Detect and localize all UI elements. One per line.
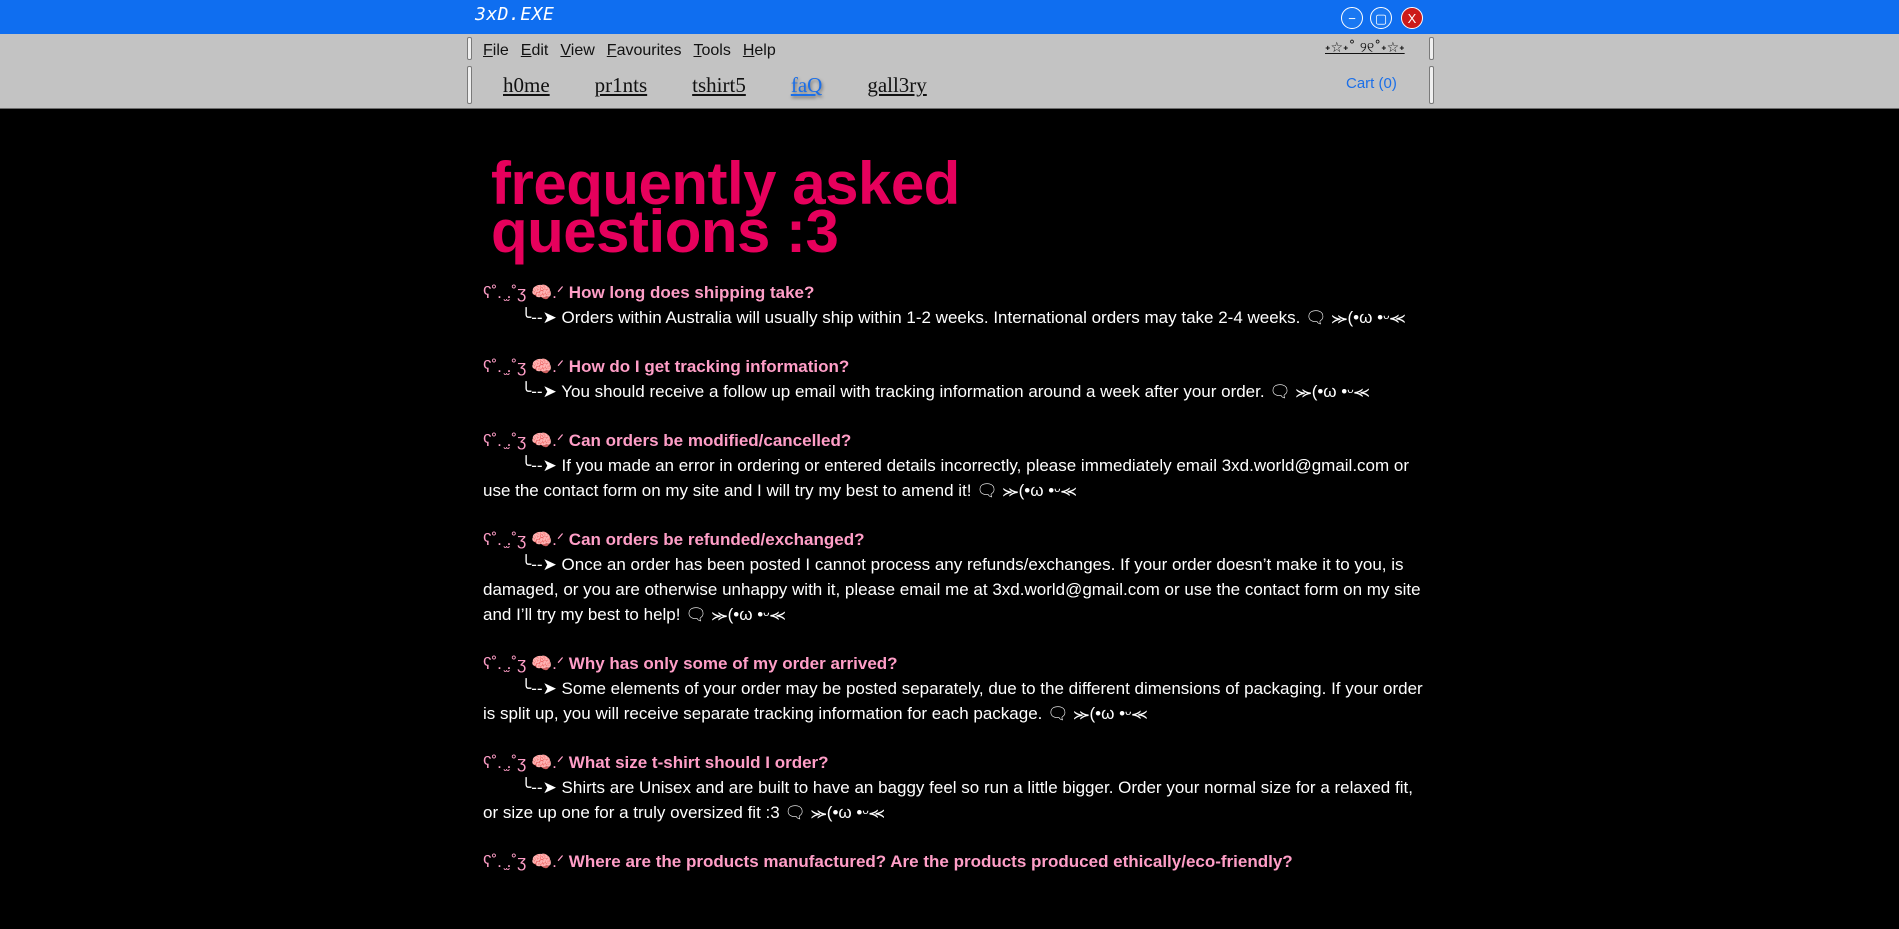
faq-item: ʕ˚. ̫.˚ʒ 🧠.ᐟ Can orders be modified/canc… bbox=[483, 428, 1433, 503]
faq-item: ʕ˚. ̫.˚ʒ 🧠.ᐟ What size t-shirt should I … bbox=[483, 750, 1433, 825]
menu-bar: File Edit View Favourites Tools Help ˖☆˖… bbox=[0, 34, 1899, 64]
nav-link-tshirts[interactable]: tshirt5 bbox=[692, 73, 746, 98]
maximize-icon: ▢ bbox=[1374, 10, 1388, 26]
faq-item: ʕ˚. ̫.˚ʒ 🧠.ᐟ How long does shipping take… bbox=[483, 280, 1433, 330]
nav-bar: h0me pr1nts tshirt5 faQ gall3ry Cart (0) bbox=[0, 63, 1899, 109]
menu-edit[interactable]: Edit bbox=[521, 42, 549, 60]
answer-arrow: ╰--➤ bbox=[521, 555, 562, 574]
answer-arrow: ╰--➤ bbox=[521, 679, 562, 698]
menu-favourites[interactable]: Favourites bbox=[607, 42, 682, 60]
faq-answer: ╰--➤ You should receive a follow up emai… bbox=[483, 379, 1423, 404]
menu-view[interactable]: View bbox=[560, 42, 594, 60]
answer-arrow: ╰--➤ bbox=[521, 308, 562, 327]
question-prefix: ʕ˚. ̫.˚ʒ 🧠.ᐟ bbox=[483, 852, 569, 871]
faq-item: ʕ˚. ̫.˚ʒ 🧠.ᐟ Why has only some of my ord… bbox=[483, 651, 1433, 726]
answer-arrow: ╰--➤ bbox=[521, 778, 562, 797]
main-content: frequently asked questions :3 ʕ˚. ̫.˚ʒ 🧠… bbox=[483, 108, 1433, 898]
close-icon: X bbox=[1407, 10, 1417, 26]
menu-tools[interactable]: Tools bbox=[693, 42, 730, 60]
question-prefix: ʕ˚. ̫.˚ʒ 🧠.ᐟ bbox=[483, 283, 569, 302]
nav-links: h0me pr1nts tshirt5 faQ gall3ry bbox=[503, 73, 972, 98]
faq-answer: ╰--➤ Orders within Australia will usuall… bbox=[483, 305, 1423, 330]
menu-items: File Edit View Favourites Tools Help bbox=[483, 42, 788, 60]
maximize-button[interactable]: ▢ bbox=[1370, 7, 1392, 29]
question-prefix: ʕ˚. ̫.˚ʒ 🧠.ᐟ bbox=[483, 654, 569, 673]
cart-link[interactable]: Cart (0) bbox=[1346, 75, 1397, 92]
faq-item: ʕ˚. ̫.˚ʒ 🧠.ᐟ How do I get tracking infor… bbox=[483, 354, 1433, 404]
nav-link-home[interactable]: h0me bbox=[503, 73, 550, 98]
title-bar: 3xD.EXE − ▢ X bbox=[0, 0, 1899, 35]
faq-question: ʕ˚. ̫.˚ʒ 🧠.ᐟ Can orders be modified/canc… bbox=[483, 431, 852, 450]
question-prefix: ʕ˚. ̫.˚ʒ 🧠.ᐟ bbox=[483, 530, 569, 549]
question-prefix: ʕ˚. ̫.˚ʒ 🧠.ᐟ bbox=[483, 357, 569, 376]
menu-bar-handle-right bbox=[1429, 37, 1434, 60]
menu-decoration: ˖☆˖˚ ୨୧˚˖☆˖ bbox=[1325, 40, 1405, 56]
menu-help[interactable]: Help bbox=[743, 42, 776, 60]
faq-answer: ╰--➤ Once an order has been posted I can… bbox=[483, 555, 1421, 624]
question-prefix: ʕ˚. ̫.˚ʒ 🧠.ᐟ bbox=[483, 753, 569, 772]
faq-item: ʕ˚. ̫.˚ʒ 🧠.ᐟ Where are the products manu… bbox=[483, 849, 1433, 874]
nav-bar-handle-right bbox=[1429, 66, 1434, 104]
nav-link-faq[interactable]: faQ bbox=[791, 73, 822, 98]
faq-item: ʕ˚. ̫.˚ʒ 🧠.ᐟ Can orders be refunded/exch… bbox=[483, 527, 1433, 627]
menu-file[interactable]: File bbox=[483, 42, 509, 60]
answer-arrow: ╰--➤ bbox=[521, 382, 562, 401]
app-title: 3xD.EXE bbox=[475, 4, 555, 25]
menu-bar-handle-left bbox=[467, 37, 472, 60]
faq-question: ʕ˚. ̫.˚ʒ 🧠.ᐟ Can orders be refunded/exch… bbox=[483, 530, 865, 549]
faq-question: ʕ˚. ̫.˚ʒ 🧠.ᐟ How long does shipping take… bbox=[483, 283, 815, 302]
answer-arrow: ╰--➤ bbox=[521, 456, 562, 475]
minimize-icon: − bbox=[1348, 10, 1356, 26]
nav-bar-handle-left bbox=[467, 66, 472, 104]
faq-question: ʕ˚. ̫.˚ʒ 🧠.ᐟ Why has only some of my ord… bbox=[483, 654, 898, 673]
question-prefix: ʕ˚. ̫.˚ʒ 🧠.ᐟ bbox=[483, 431, 569, 450]
faq-answer: ╰--➤ If you made an error in ordering or… bbox=[483, 456, 1410, 500]
faq-answer: ╰--➤ Shirts are Unisex and are built to … bbox=[483, 778, 1413, 822]
nav-link-prints[interactable]: pr1nts bbox=[595, 73, 648, 98]
faq-list: ʕ˚. ̫.˚ʒ 🧠.ᐟ How long does shipping take… bbox=[483, 280, 1433, 874]
faq-answer: ╰--➤ Some elements of your order may be … bbox=[483, 679, 1423, 723]
close-button[interactable]: X bbox=[1401, 7, 1423, 29]
minimize-button[interactable]: − bbox=[1341, 7, 1363, 29]
faq-question: ʕ˚. ̫.˚ʒ 🧠.ᐟ Where are the products manu… bbox=[483, 852, 1293, 871]
page-title: frequently asked questions :3 bbox=[491, 150, 960, 265]
faq-question: ʕ˚. ̫.˚ʒ 🧠.ᐟ How do I get tracking infor… bbox=[483, 357, 850, 376]
faq-question: ʕ˚. ̫.˚ʒ 🧠.ᐟ What size t-shirt should I … bbox=[483, 753, 829, 772]
nav-link-gallery[interactable]: gall3ry bbox=[867, 73, 926, 98]
